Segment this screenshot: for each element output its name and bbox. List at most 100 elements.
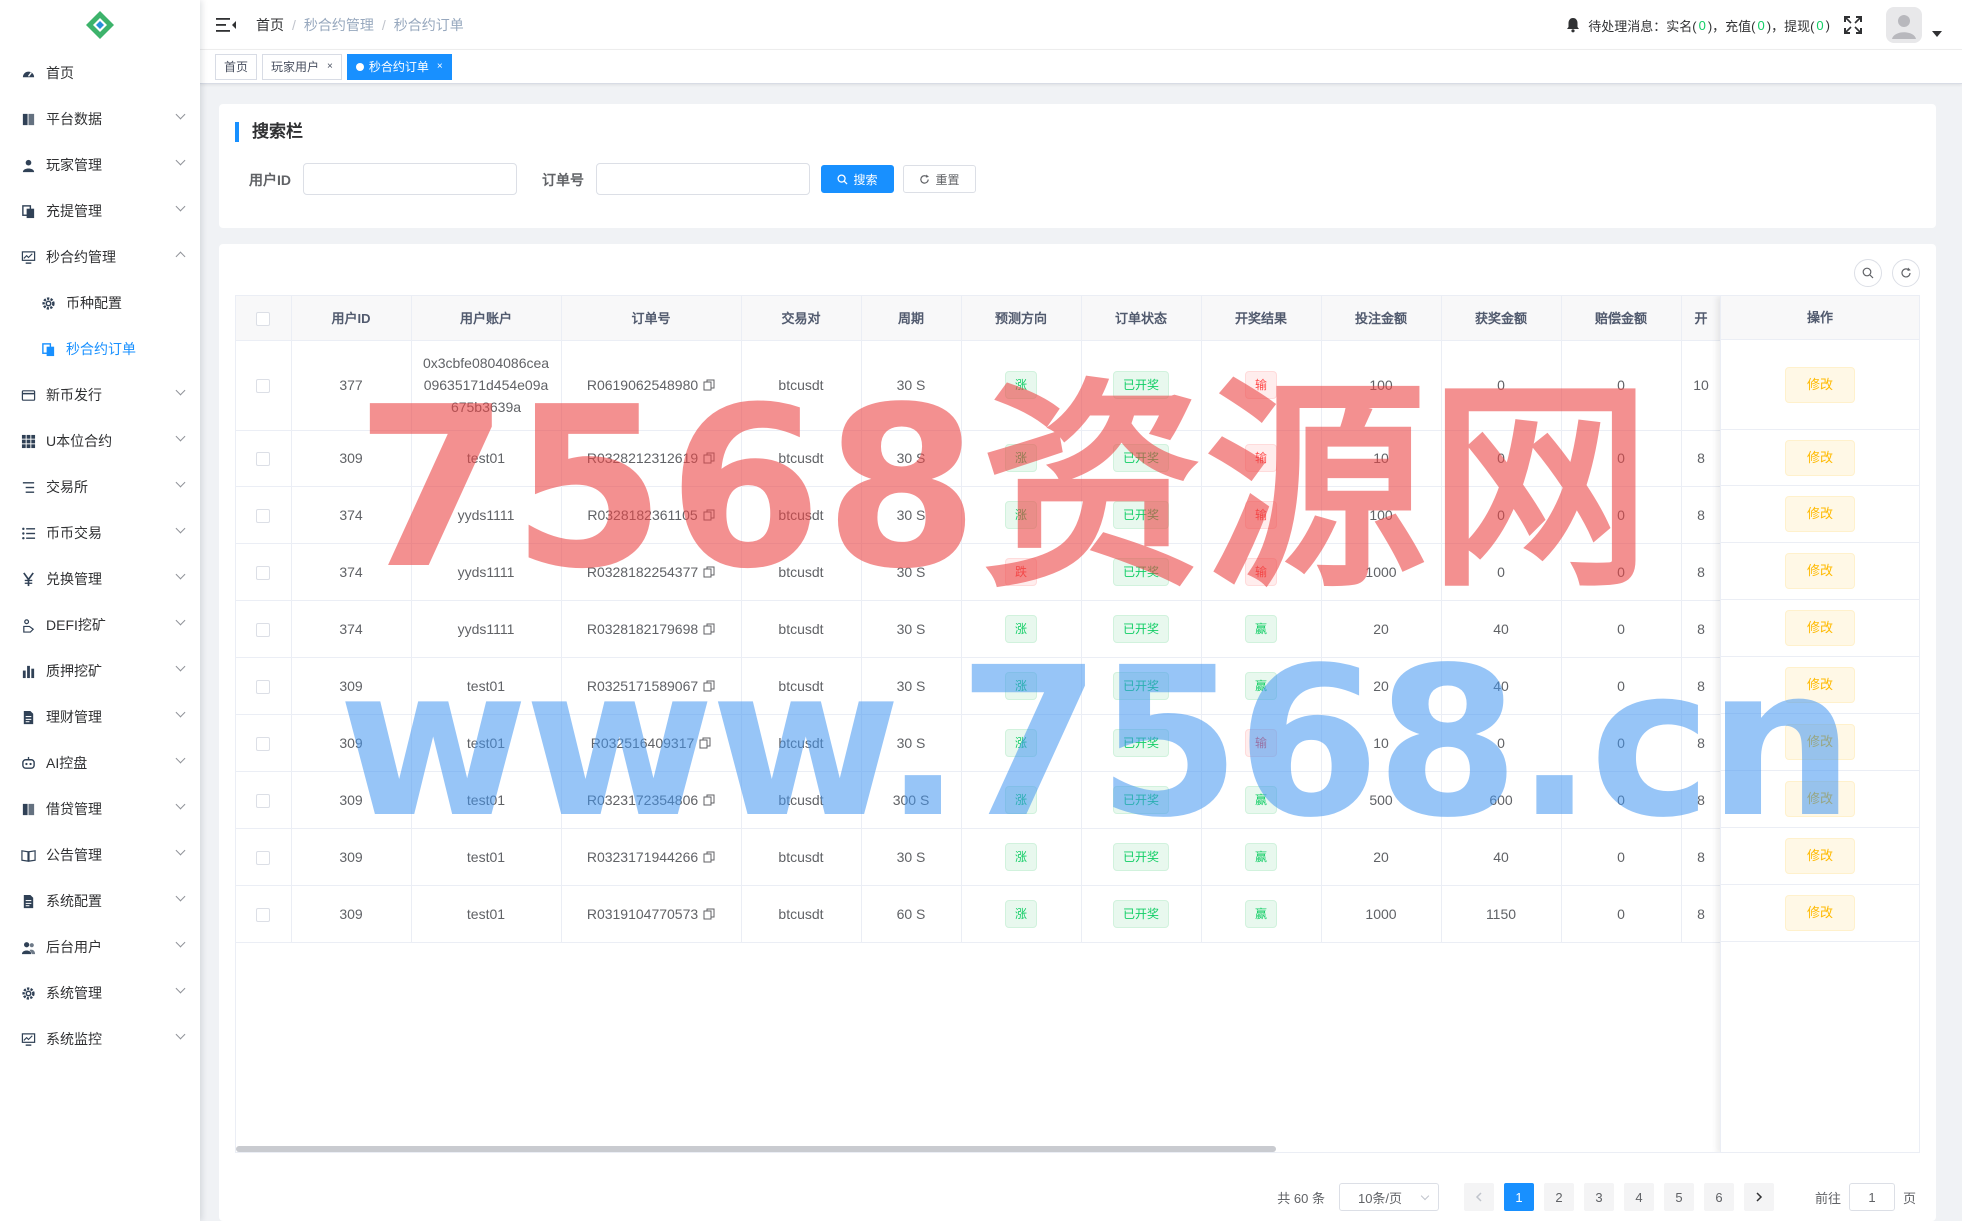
fullscreen-icon[interactable] [1844, 16, 1862, 34]
chevron-down-icon [175, 615, 186, 626]
copy-icon[interactable] [699, 736, 711, 748]
sidebar-item-19[interactable]: 后台用户 [0, 924, 200, 970]
row-checkbox[interactable] [256, 452, 271, 467]
tag-0[interactable]: 首页 [215, 53, 258, 80]
copy-icon[interactable] [703, 508, 715, 520]
row-checkbox[interactable] [256, 736, 271, 751]
reset-button[interactable]: 重置 [903, 165, 976, 193]
sidebar-item-17[interactable]: 公告管理 [0, 832, 200, 878]
sidebar-item-5[interactable]: 币种配置 [0, 280, 200, 326]
edit-button[interactable]: 修改 [1785, 366, 1855, 403]
orders-table-grid: 用户ID 用户账户 订单号 交易对 周期 预测方向 订单状态 开奖结果 投注金额 获奖金额 赔偿金额… [236, 296, 1723, 943]
cell-bet-amount: 20 [1321, 828, 1442, 886]
edit-button[interactable]: 修改 [1785, 838, 1855, 874]
sidebar-item-1[interactable]: 平台数据 [0, 96, 200, 142]
edit-button[interactable]: 修改 [1785, 667, 1855, 703]
cell-direction: 涨 [961, 600, 1082, 658]
close-icon[interactable]: × [327, 55, 333, 79]
copy-icon[interactable] [703, 907, 715, 919]
next-page-button[interactable] [1743, 1183, 1774, 1211]
sidebar-item-3[interactable]: 充提管理 [0, 188, 200, 234]
sidebar-item-label: 质押挖矿 [46, 663, 102, 679]
copy-icon[interactable] [703, 622, 715, 634]
row-checkbox[interactable] [256, 850, 271, 865]
pending-notice[interactable]: 待处理消息： 实名(0)， 充值(0)， 提现(0) [1566, 16, 1830, 35]
row-checkbox[interactable] [256, 622, 271, 637]
hamburger-icon[interactable] [216, 17, 236, 33]
goto-page-input[interactable]: 1 [1848, 1183, 1895, 1211]
operation-cell: 修改 [1721, 600, 1919, 657]
sidebar-item-13[interactable]: 质押挖矿 [0, 648, 200, 694]
logo[interactable] [0, 0, 200, 50]
row-checkbox[interactable] [256, 508, 271, 523]
edit-button[interactable]: 修改 [1785, 610, 1855, 646]
cell-order-no: R0619062548980 [561, 340, 742, 431]
prev-page-button[interactable] [1463, 1183, 1494, 1211]
status-badge: 已开奖 [1112, 557, 1169, 586]
order-no-input[interactable] [596, 163, 810, 195]
sidebar-item-18[interactable]: 系统配置 [0, 878, 200, 924]
caret-down-icon[interactable] [1932, 31, 1942, 37]
sidebar-item-10[interactable]: 币币交易 [0, 510, 200, 556]
edit-button[interactable]: 修改 [1785, 781, 1855, 817]
sidebar-item-4[interactable]: 秒合约管理 [0, 234, 200, 280]
cell-bet-amount: 1000 [1321, 885, 1442, 943]
cell-order-no: R0328182254377 [561, 543, 742, 601]
breadcrumb-home[interactable]: 首页 [256, 15, 284, 35]
copy-icon[interactable] [703, 378, 715, 391]
page-button[interactable]: 6 [1703, 1183, 1734, 1211]
sidebar-item-8[interactable]: U本位合约 [0, 418, 200, 464]
sidebar-item-20[interactable]: 系统管理 [0, 970, 200, 1016]
refresh-table-button[interactable] [1892, 259, 1920, 287]
page-size-select[interactable]: 10条/页 [1338, 1183, 1439, 1211]
cell-period: 30 S [861, 486, 962, 544]
cell-win-amount: 1150 [1441, 885, 1562, 943]
page-button[interactable]: 2 [1543, 1183, 1574, 1211]
row-checkbox[interactable] [256, 793, 271, 808]
sidebar-item-16[interactable]: 借贷管理 [0, 786, 200, 832]
sidebar-item-9[interactable]: 交易所 [0, 464, 200, 510]
refresh-icon [1901, 267, 1911, 278]
select-all-checkbox[interactable] [256, 311, 271, 326]
page-button[interactable]: 3 [1583, 1183, 1614, 1211]
copy-icon[interactable] [703, 850, 715, 862]
sidebar-item-11[interactable]: 兑换管理 [0, 556, 200, 602]
edit-button[interactable]: 修改 [1785, 895, 1855, 931]
tag-1[interactable]: 玩家用户 × [262, 53, 342, 80]
sidebar-item-12[interactable]: DEFI挖矿 [0, 602, 200, 648]
row-checkbox[interactable] [256, 907, 271, 922]
toggle-search-button[interactable] [1854, 259, 1882, 287]
cell-period: 60 S [861, 885, 962, 943]
row-checkbox[interactable] [256, 379, 271, 394]
cell-status: 已开奖 [1081, 340, 1202, 431]
copy-icon[interactable] [703, 565, 715, 577]
cell-account: yyds1111 [411, 543, 562, 601]
horizontal-scrollbar[interactable] [236, 1146, 1276, 1152]
edit-button[interactable]: 修改 [1785, 439, 1855, 476]
sidebar-item-6[interactable]: 秒合约订单 [0, 326, 200, 372]
sidebar-item-21[interactable]: 系统监控 [0, 1016, 200, 1062]
tag-2[interactable]: 秒合约订单 × [346, 53, 452, 80]
user-id-input[interactable] [303, 163, 517, 195]
page-button[interactable]: 4 [1623, 1183, 1654, 1211]
edit-button[interactable]: 修改 [1785, 724, 1855, 760]
copy-icon[interactable] [703, 679, 715, 691]
sidebar-item-0[interactable]: 首页 [0, 50, 200, 96]
sidebar-item-15[interactable]: AI控盘 [0, 740, 200, 786]
sidebar-item-14[interactable]: 理财管理 [0, 694, 200, 740]
edit-button[interactable]: 修改 [1785, 496, 1855, 532]
search-button[interactable]: 搜索 [821, 165, 894, 193]
sidebar: 首页 平台数据 玩家管理 充提管理 秒合约管理 币种配置 秒合约订单 新币发行 U本位合约 交易所… [0, 0, 200, 1221]
close-icon[interactable]: × [437, 55, 443, 79]
row-checkbox[interactable] [256, 565, 271, 580]
avatar[interactable] [1886, 7, 1922, 43]
page-button[interactable]: 1 [1503, 1183, 1534, 1211]
sidebar-item-7[interactable]: 新币发行 [0, 372, 200, 418]
operation-cell: 修改 [1721, 828, 1919, 885]
sidebar-item-2[interactable]: 玩家管理 [0, 142, 200, 188]
copy-icon[interactable] [703, 451, 715, 464]
edit-button[interactable]: 修改 [1785, 553, 1855, 589]
row-checkbox[interactable] [256, 679, 271, 694]
copy-icon[interactable] [703, 793, 715, 805]
page-button[interactable]: 5 [1663, 1183, 1694, 1211]
